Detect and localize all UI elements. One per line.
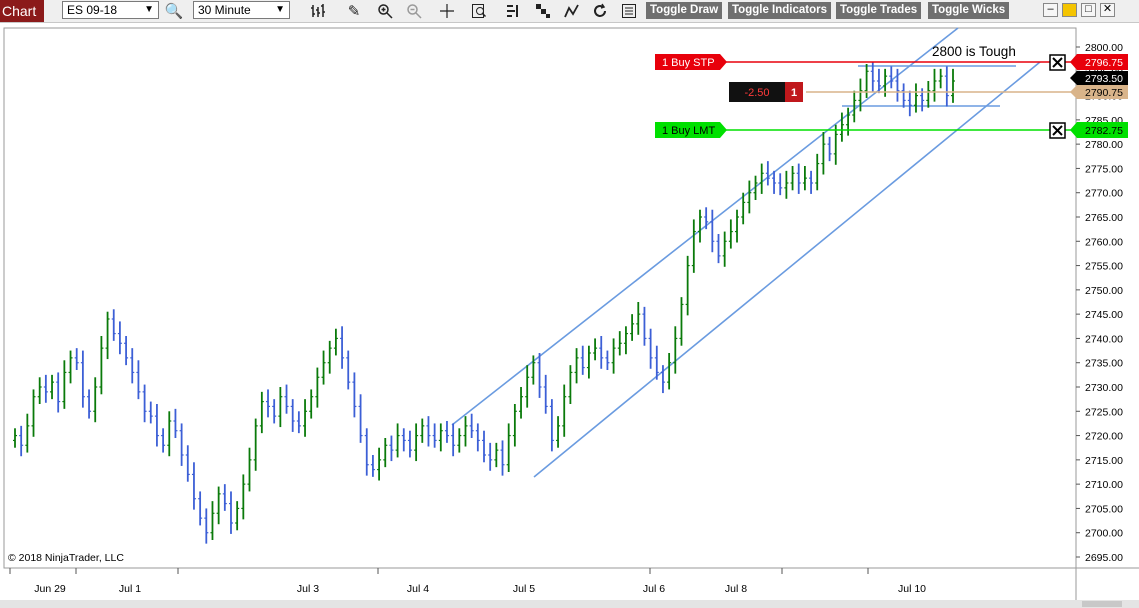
- y-tick-label: 2770.00: [1085, 188, 1123, 200]
- y-tick-label: 2710.00: [1085, 479, 1123, 491]
- buy-limit-order-tag[interactable]: 1 Buy LMT: [655, 122, 727, 138]
- horizontal-scrollbar[interactable]: [0, 600, 1139, 608]
- x-tick-label: Jul 6: [643, 583, 665, 595]
- y-tick-label: 2705.00: [1085, 503, 1123, 515]
- y-tick-label: 2745.00: [1085, 309, 1123, 321]
- buy-stop-price: 2796.75: [1085, 57, 1123, 69]
- x-tick-label: Jul 8: [725, 583, 747, 595]
- y-tick-label: 2750.00: [1085, 285, 1123, 297]
- y-tick-label: 2755.00: [1085, 261, 1123, 273]
- y-tick-label: 2720.00: [1085, 431, 1123, 443]
- cancel-buy-limit-button[interactable]: [1049, 122, 1066, 139]
- y-tick-label: 2700.00: [1085, 528, 1123, 540]
- copyright-text: © 2018 NinjaTrader, LLC: [8, 552, 124, 564]
- y-tick-label: 2715.00: [1085, 455, 1123, 467]
- buy-limit-price: 2782.75: [1085, 125, 1123, 137]
- position-price-marker: 2790.75: [1070, 85, 1128, 99]
- y-tick-label: 2730.00: [1085, 382, 1123, 394]
- position-qty: 1: [791, 87, 797, 99]
- position-price: 2790.75: [1085, 87, 1123, 99]
- y-tick-label: 2780.00: [1085, 139, 1123, 151]
- y-tick-label: 2695.00: [1085, 552, 1123, 564]
- x-tick-label: Jun 29: [34, 583, 66, 595]
- last-price-marker: 2793.50: [1070, 71, 1128, 85]
- position-tag[interactable]: -2.50 1: [729, 82, 803, 102]
- y-tick-label: 2765.00: [1085, 212, 1123, 224]
- y-tick-label: 2735.00: [1085, 358, 1123, 370]
- y-tick-label: 2775.00: [1085, 163, 1123, 175]
- time-axis[interactable]: Jun 29 Jul 1 Jul 3 Jul 4 Jul 5 Jul 6 Jul 8 Jul …: [9, 568, 926, 595]
- y-tick-label: 2800.00: [1085, 42, 1123, 54]
- buy-limit-price-marker: 2782.75: [1070, 122, 1128, 138]
- chart-annotation-text[interactable]: 2800 is Tough: [932, 44, 1016, 59]
- buy-stop-price-marker: 2796.75: [1070, 54, 1128, 70]
- price-axis[interactable]: 2695.00 2700.00 2705.00 2710.00 2715.00 2720.…: [1076, 42, 1123, 564]
- buy-limit-label: 1 Buy LMT: [662, 125, 715, 137]
- x-tick-label: Jul 5: [513, 583, 535, 595]
- x-tick-label: Jul 1: [119, 583, 141, 595]
- y-tick-label: 2740.00: [1085, 333, 1123, 345]
- scrollbar-thumb[interactable]: [1082, 601, 1122, 607]
- position-pnl: -2.50: [744, 87, 769, 99]
- last-price: 2793.50: [1085, 73, 1123, 85]
- y-tick-label: 2725.00: [1085, 406, 1123, 418]
- price-chart[interactable]: 2695.00 2700.00 2705.00 2710.00 2715.00 2720.…: [0, 0, 1139, 608]
- x-tick-label: Jul 10: [898, 583, 926, 595]
- buy-stop-order-tag[interactable]: 1 Buy STP: [655, 54, 727, 70]
- x-tick-label: Jul 4: [407, 583, 429, 595]
- cancel-buy-stop-button[interactable]: [1049, 54, 1066, 71]
- x-tick-label: Jul 3: [297, 583, 319, 595]
- y-tick-label: 2760.00: [1085, 236, 1123, 248]
- buy-stop-label: 1 Buy STP: [662, 57, 715, 69]
